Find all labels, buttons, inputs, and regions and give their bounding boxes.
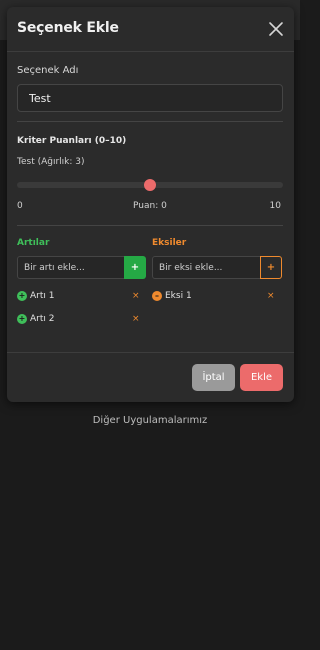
criterion-slider-thumb[interactable]: [144, 179, 156, 191]
remove-pro-button[interactable]: ×: [132, 312, 140, 326]
cons-title: Eksiler: [152, 238, 187, 248]
pro-item: + Artı 1: [17, 289, 54, 303]
con-item-text: Eksi 1: [165, 291, 192, 301]
remove-pro-button[interactable]: ×: [132, 289, 140, 303]
pros-title: Artılar: [17, 238, 50, 248]
modal-title: Seçenek Ekle: [17, 20, 119, 36]
option-name-label: Seçenek Adı: [17, 65, 79, 76]
plus-circle-icon: +: [17, 291, 27, 301]
cancel-button[interactable]: İptal: [192, 364, 235, 391]
pro-item-text: Artı 1: [30, 291, 55, 301]
close-icon[interactable]: [266, 19, 286, 39]
criterion-label: Test (Ağırlık: 3): [17, 157, 85, 167]
add-button[interactable]: Ekle: [240, 364, 283, 391]
slider-min-label: 0: [17, 201, 23, 211]
add-con-button[interactable]: +: [260, 256, 282, 279]
pro-item-text: Artı 2: [30, 314, 55, 324]
slider-max-label: 10: [269, 201, 281, 211]
option-name-input[interactable]: [17, 84, 283, 112]
minus-circle-icon: –: [152, 291, 162, 301]
add-pro-button[interactable]: +: [124, 256, 146, 279]
con-input[interactable]: [152, 256, 261, 279]
add-option-modal: Seçenek Ekle Seçenek Adı Kriter Puanları…: [7, 7, 294, 402]
plus-circle-icon: +: [17, 314, 27, 324]
footer-divider: [7, 352, 294, 353]
remove-con-button[interactable]: ×: [267, 289, 275, 303]
pro-item: + Artı 2: [17, 312, 54, 326]
score-label: Puan: 0: [133, 201, 167, 211]
divider: [17, 225, 283, 226]
pro-input[interactable]: [17, 256, 125, 279]
divider: [17, 121, 283, 122]
criteria-title: Kriter Puanları (0–10): [17, 136, 127, 146]
modal-header: Seçenek Ekle: [7, 7, 294, 52]
other-apps-link[interactable]: Diğer Uygulamalarımız: [0, 415, 300, 426]
con-item: – Eksi 1: [152, 289, 192, 303]
